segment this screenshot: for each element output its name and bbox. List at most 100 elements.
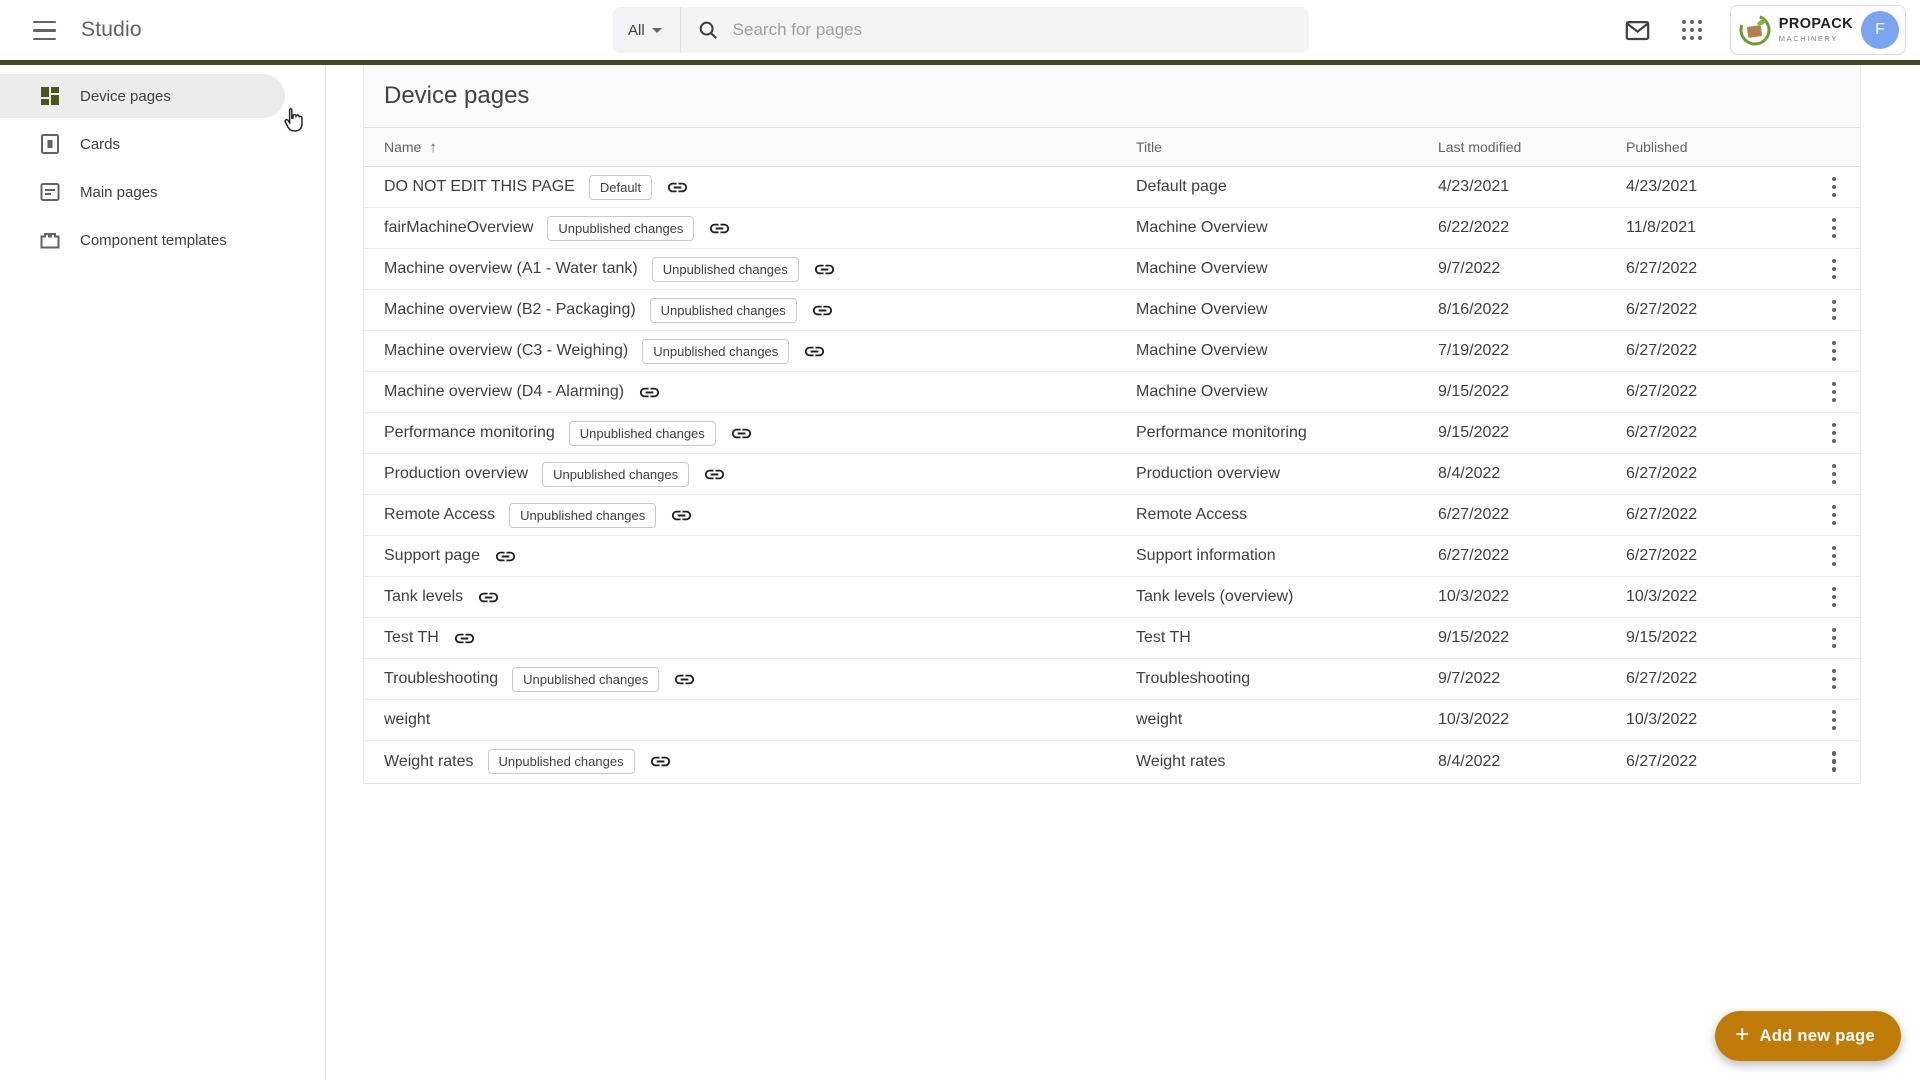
sidebar-item-cards[interactable]: Cards [0,120,325,168]
status-badge: Default [588,174,653,200]
table-row[interactable]: Troubleshooting Unpublished changes Trou… [364,659,1860,700]
table-row[interactable]: Production overview Unpublished changes … [364,454,1860,495]
table-row[interactable]: DO NOT EDIT THIS PAGE Default Default pa… [364,167,1860,208]
status-badge: Unpublished changes [547,215,695,241]
page-name[interactable]: Tank levels [384,588,463,606]
page-name[interactable]: Machine overview (C3 - Weighing) [384,342,628,360]
table-row[interactable]: Machine overview (A1 - Water tank) Unpub… [364,249,1860,290]
row-menu-icon[interactable] [1826,499,1843,532]
link-icon[interactable] [803,340,826,363]
row-menu-icon[interactable] [1826,704,1843,737]
status-badge: Unpublished changes [512,666,660,692]
row-menu-icon[interactable] [1826,294,1843,327]
page-title-cell: Machine Overview [1136,383,1268,400]
last-modified-cell: 6/27/2022 [1438,547,1510,564]
row-menu-icon[interactable] [1826,253,1843,286]
search-input[interactable] [732,20,1309,40]
column-title[interactable]: Title [1136,139,1438,155]
mail-icon[interactable] [1622,14,1654,46]
menu-icon[interactable] [33,20,59,40]
sidebar: Device pages Cards Main pages Component tem… [0,65,326,1080]
row-menu-icon[interactable] [1826,212,1843,245]
row-menu-icon[interactable] [1826,663,1843,696]
sidebar-item-component-templates[interactable]: Component templates [0,216,325,264]
page-title-cell: Performance monitoring [1136,424,1307,441]
page-name[interactable]: Production overview [384,465,528,483]
row-menu-icon[interactable] [1826,335,1843,368]
apps-grid-icon[interactable] [1676,14,1708,46]
link-icon[interactable] [813,258,836,281]
table-row[interactable]: Machine overview (B2 - Packaging) Unpubl… [364,290,1860,331]
add-new-page-button[interactable]: + Add new page [1715,1011,1901,1061]
link-icon[interactable] [811,299,834,322]
table-row[interactable]: Test TH Test TH 9/15/2022 9/15/2022 [364,618,1860,659]
page-title-cell: Machine Overview [1136,301,1268,318]
page-name[interactable]: DO NOT EDIT THIS PAGE [384,178,575,196]
page-name[interactable]: Performance monitoring [384,424,555,442]
page-name[interactable]: Support page [384,547,480,565]
status-badge: Unpublished changes [509,502,657,528]
link-icon[interactable] [703,463,726,486]
search-scope-dropdown[interactable]: All [613,7,680,53]
row-menu-icon[interactable] [1826,581,1843,614]
link-icon[interactable] [673,668,696,691]
sort-asc-icon[interactable]: ↑ [429,139,437,156]
table-row[interactable]: Weight rates Unpublished changes Weight … [364,741,1860,782]
table-row[interactable]: fairMachineOverview Unpublished changes … [364,208,1860,249]
link-icon[interactable] [708,217,731,240]
link-icon[interactable] [670,504,693,527]
page-title-cell: Machine Overview [1136,342,1268,359]
table-row[interactable]: Machine overview (C3 - Weighing) Unpubli… [364,331,1860,372]
page-name[interactable]: Troubleshooting [384,670,498,688]
link-icon[interactable] [477,586,500,609]
link-icon[interactable] [494,545,517,568]
row-menu-icon[interactable] [1826,540,1843,573]
page-title-cell: Default page [1136,178,1227,195]
status-badge: Unpublished changes [487,749,635,774]
link-icon[interactable] [638,381,661,404]
link-icon[interactable] [649,750,672,773]
studio-app: Studio All Search for pages PROPACK MACH… [0,0,1920,1080]
link-icon[interactable] [666,176,689,199]
sidebar-item-device-pages[interactable]: Device pages [0,72,325,120]
table-row[interactable]: weight weight 10/3/2022 10/3/2022 [364,700,1860,741]
sidebar-item-main-pages[interactable]: Main pages [0,168,325,216]
page-title-cell: Production overview [1136,465,1281,482]
published-cell: 11/8/2021 [1626,219,1696,236]
page-name[interactable]: fairMachineOverview [384,219,533,237]
table-body: DO NOT EDIT THIS PAGE Default Default pa… [364,167,1860,782]
table-row[interactable]: Machine overview (D4 - Alarming) Machine… [364,372,1860,413]
page-name[interactable]: weight [384,711,430,729]
link-icon[interactable] [453,627,476,650]
published-cell: 10/3/2022 [1626,711,1698,728]
table-row[interactable]: Support page Support information 6/27/20… [364,536,1860,577]
row-menu-icon[interactable] [1826,417,1843,450]
link-icon[interactable] [730,422,753,445]
page-title-cell: Tank levels (overview) [1136,588,1294,605]
row-menu-icon[interactable] [1826,171,1843,204]
table-row[interactable]: Performance monitoring Unpublished chang… [364,413,1860,454]
page-name[interactable]: Machine overview (D4 - Alarming) [384,383,624,401]
page-name[interactable]: Remote Access [384,506,495,524]
page-name[interactable]: Machine overview (B2 - Packaging) [384,301,636,319]
sidebar-item-label: Component templates [80,231,227,249]
column-published[interactable]: Published [1626,139,1816,155]
page-title-cell: Support information [1136,547,1276,564]
page-name[interactable]: Weight rates [384,753,474,771]
row-menu-icon[interactable] [1826,622,1843,655]
column-name[interactable]: Name [384,139,421,155]
status-badge: Unpublished changes [542,461,690,487]
table-row[interactable]: Remote Access Unpublished changes Remote… [364,495,1860,536]
published-cell: 6/27/2022 [1626,342,1698,359]
row-menu-icon[interactable] [1826,745,1843,778]
row-menu-icon[interactable] [1826,458,1843,491]
page-name[interactable]: Test TH [384,629,439,647]
page-title-cell: Remote Access [1136,506,1248,523]
account-menu[interactable]: PROPACK MACHINERY F [1729,5,1906,55]
status-badge: Unpublished changes [568,420,716,446]
table-row[interactable]: Tank levels Tank levels (overview) 10/3/… [364,577,1860,618]
column-last-modified[interactable]: Last modified [1438,139,1626,155]
avatar[interactable]: F [1861,11,1899,49]
row-menu-icon[interactable] [1826,376,1843,409]
page-name[interactable]: Machine overview (A1 - Water tank) [384,260,638,278]
